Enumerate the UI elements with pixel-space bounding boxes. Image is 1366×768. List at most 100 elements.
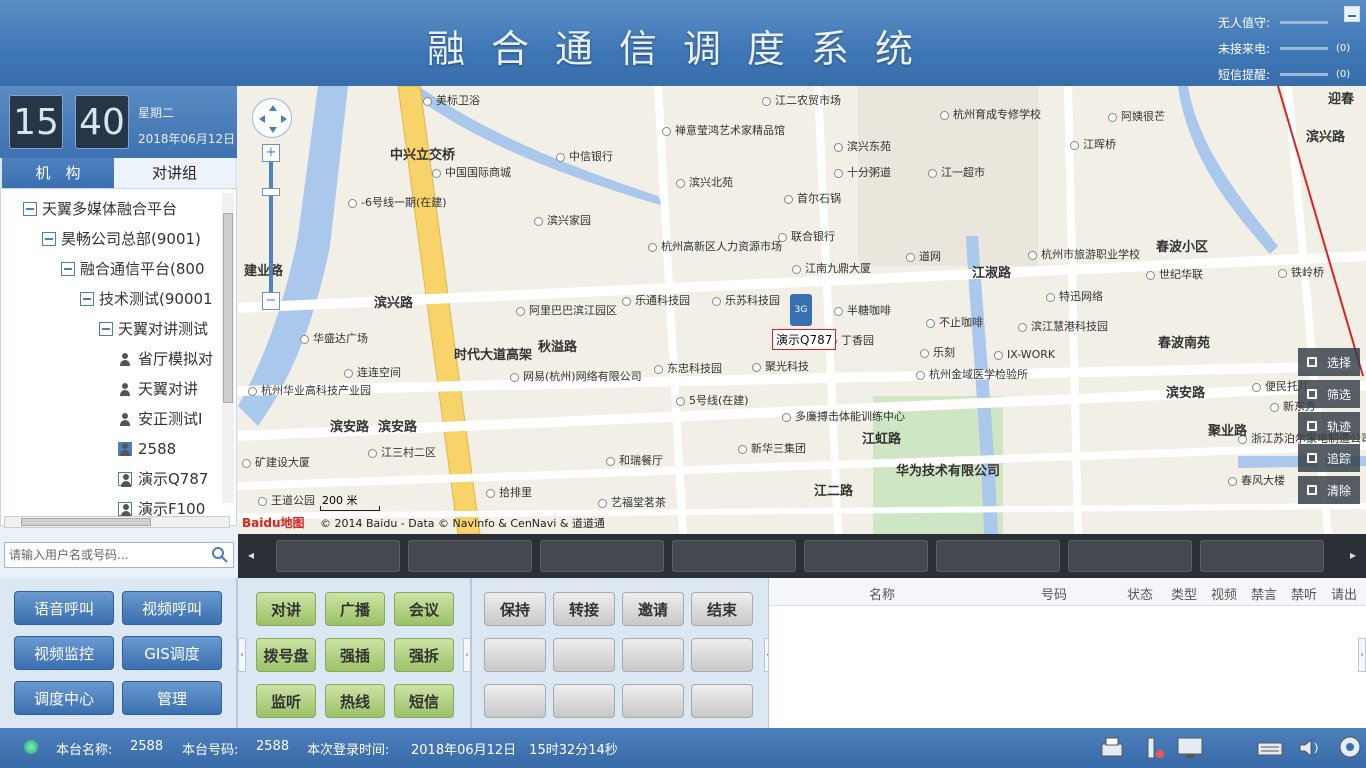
camera-icon[interactable] — [1336, 734, 1364, 762]
call-control-blank-button[interactable] — [622, 638, 684, 672]
collapse-icon[interactable] — [23, 202, 37, 216]
table-column-header[interactable]: 状态 — [1127, 584, 1153, 603]
map-place-label[interactable]: 杭州育成专修学校 — [940, 106, 1041, 122]
phone-icon[interactable] — [1140, 734, 1168, 762]
video-slot[interactable] — [1200, 540, 1324, 572]
map-place-label[interactable]: 特迅网络 — [1046, 288, 1103, 304]
map-place-label[interactable]: 矿建设大厦 — [242, 454, 310, 470]
collapse-left-icon[interactable]: ‹ — [238, 638, 246, 672]
strip-next-icon[interactable]: ▸ — [1350, 548, 1356, 562]
call-function-button[interactable]: 短信 — [394, 684, 454, 718]
missed-calls-indicator[interactable]: 未接来电: (0) — [1210, 38, 1352, 58]
map-place-label[interactable]: 春风大楼 — [1228, 472, 1285, 488]
map-select-button[interactable]: 选择 — [1298, 348, 1360, 376]
video-slot[interactable] — [1068, 540, 1192, 572]
dispatch-mode-button[interactable]: 语音呼叫 — [14, 591, 114, 625]
device-marker-icon[interactable]: 3G — [790, 294, 812, 326]
map-place-label[interactable]: 阿里巴巴滨江园区 — [516, 302, 617, 318]
strip-prev-icon[interactable]: ◂ — [248, 548, 254, 562]
map-place-label[interactable]: 江一超市 — [928, 164, 985, 180]
video-slot[interactable] — [936, 540, 1060, 572]
table-column-header[interactable]: 禁言 — [1251, 584, 1277, 603]
map-place-label[interactable]: 连连空间 — [344, 364, 401, 380]
zoom-slider-handle[interactable] — [262, 188, 280, 196]
map-place-label[interactable]: 滨安路 — [1166, 382, 1205, 401]
map-place-label[interactable]: 中国国际商城 — [432, 164, 511, 180]
map-place-label[interactable]: 聚光科技 — [752, 358, 809, 374]
tree-node[interactable]: 安正测试I — [118, 404, 202, 434]
speaker-icon[interactable] — [1296, 734, 1324, 762]
map-place-label[interactable]: 5号线(在建) — [676, 392, 749, 408]
map-place-label[interactable]: 多廉搏击体能训练中心 — [782, 408, 905, 424]
minimize-button[interactable] — [1344, 6, 1360, 22]
video-slot[interactable] — [804, 540, 928, 572]
tree-horizontal-scrollbar[interactable] — [4, 516, 230, 528]
tree-node[interactable]: 省厅模拟对 — [118, 344, 213, 374]
map-place-label[interactable]: 阿姨很芒 — [1108, 108, 1165, 124]
pan-control[interactable] — [252, 98, 292, 138]
table-column-header[interactable]: 视频 — [1211, 584, 1237, 603]
call-function-button[interactable]: 会议 — [394, 592, 454, 626]
map-place-label[interactable]: 聚业路 — [1208, 420, 1247, 439]
map-place-label[interactable]: 世纪华联 — [1146, 266, 1203, 282]
call-function-button[interactable]: 广播 — [325, 592, 385, 626]
map-place-label[interactable]: 滨江慧港科技园 — [1018, 318, 1108, 334]
call-function-button[interactable]: 对讲 — [256, 592, 316, 626]
call-control-blank-button[interactable] — [484, 638, 546, 672]
call-function-button[interactable]: 强拆 — [394, 638, 454, 672]
tree-node[interactable]: 天翼对讲 — [118, 374, 198, 404]
map-place-label[interactable]: 滨兴家园 — [534, 212, 591, 228]
tree-node[interactable]: 天翼多媒体融合平台 — [23, 194, 177, 224]
map-place-label[interactable]: 杭州高新区人力资源市场 — [648, 238, 782, 254]
search-input[interactable] — [5, 543, 205, 567]
dispatch-mode-button[interactable]: 调度中心 — [14, 681, 114, 715]
table-column-header[interactable]: 类型 — [1171, 584, 1197, 603]
map-place-label[interactable]: 乐刻 — [920, 344, 955, 360]
map-place-label[interactable]: 秋溢路 — [538, 336, 577, 355]
collapse-mid-icon[interactable]: › — [463, 638, 471, 672]
map-place-label[interactable]: 江南九鼎大厦 — [792, 260, 871, 276]
map-place-label[interactable]: 十分粥道 — [834, 164, 891, 180]
map-place-label[interactable]: 铁岭桥 — [1278, 264, 1324, 280]
sms-indicator[interactable]: 短信提醒: (0) — [1210, 64, 1352, 84]
tree-vertical-scrollbar[interactable] — [222, 193, 234, 503]
map-place-label[interactable]: 艺福堂茗茶 — [598, 494, 666, 510]
map-place-label[interactable]: -6号线一期(在建) — [348, 194, 447, 210]
map-place-label[interactable]: 华为技术有限公司 — [896, 460, 1000, 479]
call-control-blank-button[interactable] — [691, 684, 753, 718]
map-place-label[interactable]: 江淑路 — [972, 262, 1011, 281]
call-control-button[interactable]: 结束 — [691, 592, 753, 626]
table-expand-icon[interactable]: › — [1358, 638, 1366, 672]
video-slot[interactable] — [672, 540, 796, 572]
map-place-label[interactable]: 首尔石锅 — [784, 190, 841, 206]
table-column-header[interactable]: 请出 — [1331, 584, 1357, 603]
map-place-label[interactable]: 江三村二区 — [368, 444, 436, 460]
collapse-icon[interactable] — [61, 262, 75, 276]
tab-organization[interactable]: 机 构 — [2, 158, 114, 188]
call-control-button[interactable]: 邀请 — [622, 592, 684, 626]
tree-node[interactable]: 演示Q787 — [118, 464, 208, 494]
map-place-label[interactable]: 半糖咖啡 — [834, 302, 891, 318]
zoom-out-button[interactable]: − — [262, 292, 280, 310]
keyboard-icon[interactable] — [1256, 734, 1284, 762]
dispatch-mode-button[interactable]: 视频呼叫 — [122, 591, 222, 625]
map-trajectory-button[interactable]: 轨迹 — [1298, 412, 1360, 440]
tab-talk-group[interactable]: 对讲组 — [114, 158, 235, 188]
map-place-label[interactable]: 江二路 — [814, 480, 853, 499]
call-control-blank-button[interactable] — [484, 684, 546, 718]
tree-node[interactable]: 2588 — [118, 434, 176, 464]
call-function-button[interactable]: 拨号盘 — [256, 638, 316, 672]
map-place-label[interactable]: 江虹路 — [862, 428, 901, 447]
tree-node[interactable]: 融合通信平台(800 — [61, 254, 204, 284]
printer-icon[interactable] — [1098, 734, 1126, 762]
map-place-label[interactable]: 建业路 — [244, 260, 283, 279]
call-function-button[interactable]: 强插 — [325, 638, 385, 672]
device-marker-label[interactable]: 演示Q787 — [772, 329, 837, 350]
video-slot[interactable] — [540, 540, 664, 572]
map-place-label[interactable]: 道网 — [906, 248, 941, 264]
map-place-label[interactable]: 美标卫浴 — [423, 92, 480, 108]
collapse-icon[interactable] — [42, 232, 56, 246]
map-place-label[interactable]: 网易(杭州)网络有限公司 — [510, 368, 642, 384]
search-icon[interactable] — [211, 546, 229, 564]
call-control-blank-button[interactable] — [553, 638, 615, 672]
